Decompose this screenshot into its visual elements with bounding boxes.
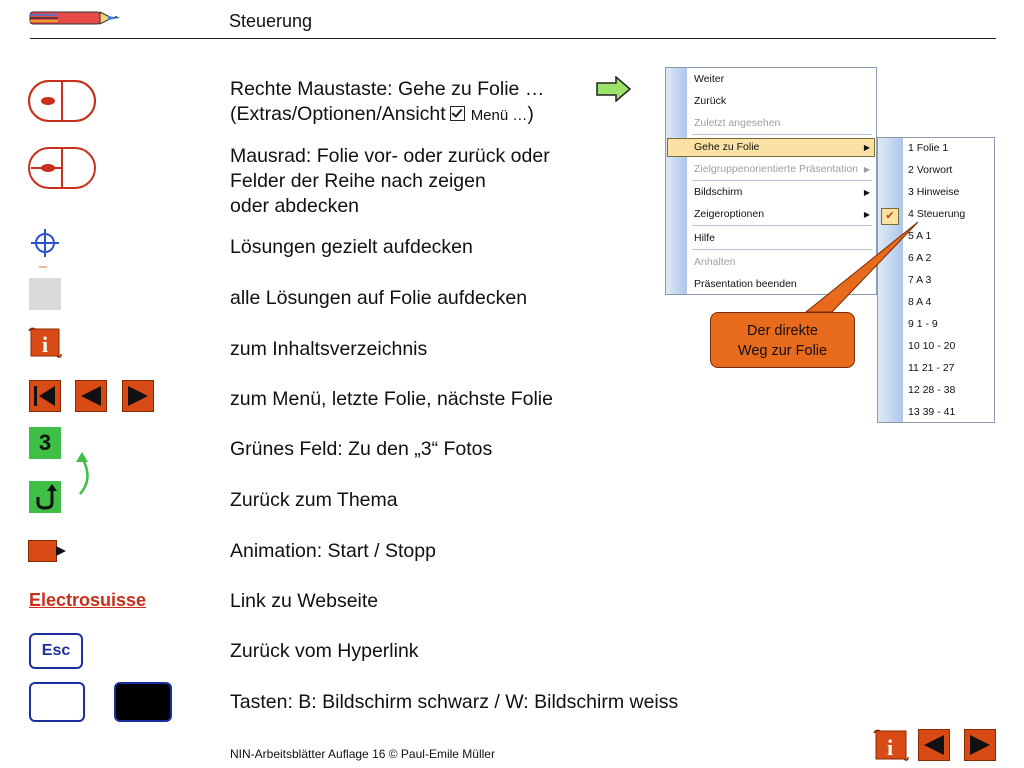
menu-first-button[interactable] [29, 380, 61, 412]
menu-item-hilfe[interactable]: Hilfe [694, 232, 715, 244]
header-divider [30, 38, 996, 39]
curved-return-arrow-icon [76, 452, 89, 495]
nav-buttons-description: zum Menü, letzte Folie, nächste Folie [230, 388, 553, 410]
info-scroll-button[interactable]: i [27, 326, 63, 360]
mouse-wheel-icon [28, 147, 96, 189]
mouse-right-line2: (Extras/Optionen/Ansicht Menü …) [230, 101, 534, 129]
crosshair-description: Lösungen gezielt aufdecken [230, 236, 473, 258]
callout-pointer [804, 221, 919, 313]
context-menu-gutter [666, 68, 687, 294]
menu-separator [692, 180, 872, 181]
page-title: Steuerung [229, 11, 313, 31]
electrosuisse-link[interactable]: Electrosuisse [29, 590, 146, 611]
info-letter: i [42, 332, 48, 357]
submenu-item-21-27[interactable]: 11 21 - 27 [908, 362, 955, 374]
submenu-item-28-38[interactable]: 12 28 - 38 [908, 384, 955, 396]
submenu-item-10-20[interactable]: 10 10 - 20 [908, 340, 955, 352]
menu-item-bildschirm[interactable]: Bildschirm [694, 186, 742, 198]
previous-slide-button[interactable] [75, 380, 107, 412]
animation-description: Animation: Start / Stopp [230, 540, 436, 562]
back-to-topic-button[interactable] [29, 481, 61, 513]
web-link-description: Link zu Webseite [230, 590, 379, 612]
back-topic-description: Zurück zum Thema [230, 489, 398, 511]
esc-description: Zurück vom Hyperlink [230, 640, 419, 662]
white-screen-key-icon [29, 682, 85, 722]
menu-item-gehe-zu-folie[interactable]: Gehe zu Folie [694, 141, 759, 153]
green-field-description: Grünes Feld: Zu den „3“ Fotos [230, 438, 493, 460]
callout-box: Der direkte Weg zur Folie [710, 312, 855, 368]
mouse-right-line2-pre: (Extras/Optionen/Ansicht [230, 103, 446, 125]
callout-line2: Weg zur Folie [737, 343, 828, 359]
footer-previous-button[interactable] [918, 729, 950, 761]
submenu-item-folie-1[interactable]: 1 Folie 1 [908, 142, 948, 154]
menu-separator [692, 134, 872, 135]
mouse-right-menu-label: Menü … [470, 107, 528, 124]
black-screen-key-icon [114, 682, 172, 722]
menu-item-anhalten[interactable]: Anhalten [694, 256, 735, 268]
footer-info-letter: i [887, 735, 893, 760]
mouse-right-button-icon [28, 80, 96, 122]
submenu-item-vorwort[interactable]: 2 Vorwort [908, 164, 952, 176]
wheel-line2: Felder der Reihe nach zeigen [230, 170, 486, 192]
submenu-arrow-icon: ▶ [863, 188, 870, 197]
footer-next-button[interactable] [964, 729, 996, 761]
arrow-right-outline-icon [596, 76, 632, 102]
mouse-right-line2-post: ) [527, 103, 534, 125]
esc-key-icon: Esc [29, 633, 83, 669]
submenu-item-39-41[interactable]: 13 39 - 41 [908, 406, 955, 418]
animation-play-button[interactable] [28, 537, 68, 565]
footer-info-button[interactable]: i [872, 728, 910, 762]
next-slide-button[interactable] [122, 380, 154, 412]
grey-square-description: alle Lösungen auf Folie aufdecken [230, 287, 528, 309]
pencil-cable-logo-icon [29, 11, 120, 25]
footer-copyright: NIN-Arbeitsblätter Auflage 16 © Paul-Emi… [230, 747, 495, 761]
info-description: zum Inhaltsverzeichnis [230, 338, 428, 360]
green-field-button[interactable]: 3 [29, 427, 61, 459]
submenu-item-hinweise[interactable]: 3 Hinweise [908, 186, 959, 198]
wheel-line1: Mausrad: Folie vor- oder zurück oder [230, 145, 550, 167]
menu-item-zielgruppenorientierte-praesentation[interactable]: Zielgruppenorientierte Präsentation [694, 163, 858, 175]
menu-item-zurueck[interactable]: Zurück [694, 95, 726, 107]
submenu-arrow-icon: ▶ [863, 165, 870, 174]
mouse-right-line1: Rechte Maustaste: Gehe zu Folie … [230, 78, 545, 100]
reveal-all-button[interactable] [29, 278, 61, 310]
submenu-arrow-icon: ▶ [863, 143, 870, 152]
menu-item-weiter[interactable]: Weiter [694, 73, 724, 85]
menu-item-zeigeroptionen[interactable]: Zeigeroptionen [694, 208, 764, 220]
menu-item-zuletzt-angesehen[interactable]: Zuletzt angesehen [694, 117, 780, 129]
keys-description: Tasten: B: Bildschirm schwarz / W: Bilds… [230, 691, 679, 713]
checkbox-icon [449, 106, 465, 121]
submenu-item-1-9[interactable]: 9 1 - 9 [908, 318, 938, 330]
callout-line1: Der direkte [747, 323, 818, 339]
crosshair-icon [31, 229, 59, 268]
wheel-line3: oder abdecken [230, 195, 360, 217]
